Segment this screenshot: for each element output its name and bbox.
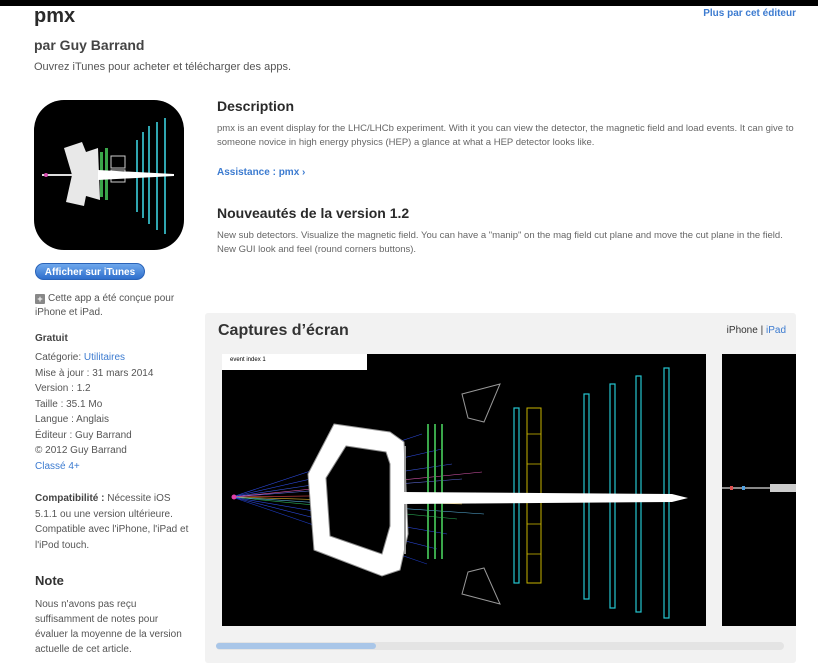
rating-text: Nous n'avons pas reçu suffisamment de no… (35, 599, 182, 655)
pmx-detector-icon (34, 100, 184, 250)
whats-new-text: New sub detectors. Visualize the magneti… (217, 230, 783, 255)
app-title: pmx (34, 5, 76, 27)
version: Version : 1.2 (35, 383, 91, 394)
screenshots-heading: Captures d’écran (218, 322, 349, 339)
language: Langue : Anglais (35, 414, 109, 425)
file-size: Taille : 35.1 Mo (35, 398, 103, 410)
scrollbar-thumb[interactable] (216, 643, 376, 649)
age-rating-link[interactable]: Classé 4+ (35, 459, 153, 475)
itunes-tagline: Ouvrez iTunes pour acheter et télécharge… (34, 61, 292, 73)
event-index-label: event index 1 (222, 354, 367, 370)
device-tab-ipad[interactable]: iPad (766, 325, 786, 336)
support-link[interactable]: Assistance : pmx › (217, 167, 305, 178)
description-text: pmx is an event display for the LHC/LHCb… (217, 123, 794, 148)
rating-heading: Note (35, 573, 64, 588)
screenshots-panel: Captures d’écran iPhone | iPad event ind… (205, 313, 796, 663)
more-by-developer-link[interactable]: Plus par cet éditeur (703, 8, 796, 19)
view-in-itunes-button[interactable]: Afficher sur iTunes (35, 263, 145, 280)
copyright: © 2012 Guy Barrand (35, 445, 127, 456)
designed-for-text: Cette app a été conçue pour iPhone et iP… (35, 293, 175, 318)
screenshots-scrollbar[interactable] (216, 642, 784, 650)
whats-new-heading: Nouveautés de la version 1.2 (217, 205, 410, 221)
compatibility-info: Compatibilité : Nécessite iOS 5.1.1 ou u… (35, 491, 195, 553)
screenshot-1[interactable]: event index 1 (222, 354, 706, 626)
device-separator: | (760, 325, 764, 336)
developer-byline[interactable]: par Guy Barrand (34, 37, 144, 53)
plus-box-icon: + (35, 294, 45, 304)
screenshot-2-image (722, 484, 796, 492)
compatibility-label: Compatibilité : (35, 493, 105, 504)
app-metadata: Catégorie: Utilitaires Mise à jour : 31 … (35, 350, 153, 474)
developer: Éditeur : Guy Barrand (35, 429, 132, 441)
updated-date: Mise à jour : 31 mars 2014 (35, 367, 154, 379)
screenshot-1-image (231, 367, 688, 619)
top-bar (0, 0, 818, 6)
device-tab-iphone[interactable]: iPhone (727, 325, 758, 336)
device-compatibility-note: + Cette app a été conçue pour iPhone et i… (35, 292, 195, 320)
category-link[interactable]: Utilitaires (84, 352, 125, 363)
category-label: Catégorie: (35, 352, 82, 363)
description-heading: Description (217, 98, 295, 114)
price: Gratuit (35, 333, 68, 344)
device-switcher: iPhone | iPad (727, 325, 786, 336)
screenshot-2[interactable] (722, 354, 796, 626)
